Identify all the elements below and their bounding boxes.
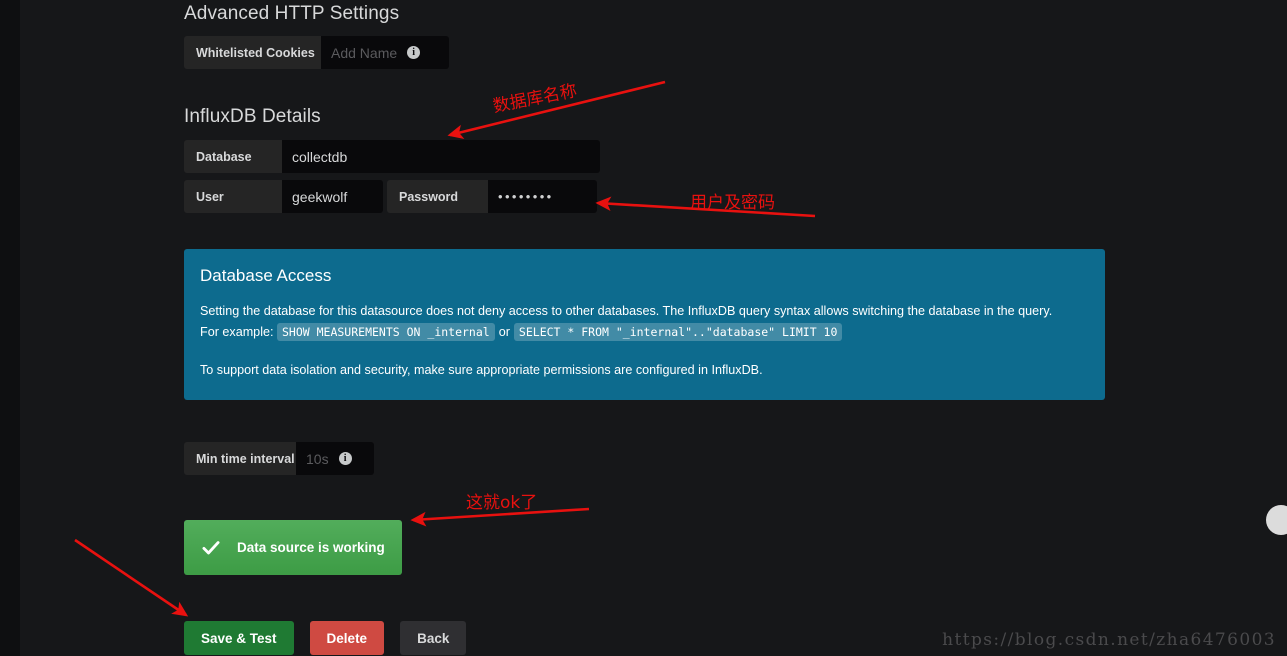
- example-or: or: [498, 325, 510, 339]
- user-input[interactable]: geekwolf: [282, 180, 383, 213]
- database-access-body: Setting the database for this datasource…: [200, 301, 1089, 381]
- min-time-interval-label: Min time interval: [184, 442, 296, 475]
- datasource-settings-page: Advanced HTTP Settings Whitelisted Cooki…: [0, 0, 1287, 656]
- edge-circle-widget[interactable]: [1266, 505, 1287, 535]
- whitelisted-cookies-placeholder: Add Name: [331, 44, 398, 61]
- check-icon: [202, 540, 220, 554]
- collapsed-sidebar[interactable]: [0, 0, 20, 656]
- database-access-example-line: For example: SHOW MEASUREMENTS ON _inter…: [200, 322, 1089, 343]
- password-input[interactable]: ••••••••: [488, 180, 597, 213]
- database-row: Database collectdb: [184, 140, 1184, 173]
- whitelisted-cookies-label: Whitelisted Cookies: [184, 36, 321, 69]
- example-prefix: For example:: [200, 325, 274, 339]
- status-alert-text: Data source is working: [237, 540, 385, 555]
- database-access-paragraph-1: Setting the database for this datasource…: [200, 304, 1053, 318]
- database-value: collectdb: [292, 148, 348, 165]
- min-time-interval-group: Min time interval 10s i: [184, 442, 374, 475]
- example-code-2: SELECT * FROM "_internal".."database" LI…: [513, 323, 843, 341]
- min-time-interval-input[interactable]: 10s i: [296, 442, 374, 475]
- whitelisted-cookies-row: Whitelisted Cookies Add Name i: [184, 36, 1184, 69]
- min-time-interval-row: Min time interval 10s i: [184, 442, 1184, 475]
- info-icon[interactable]: i: [338, 452, 352, 465]
- user-password-row: User geekwolf Password ••••••••: [184, 180, 1184, 213]
- database-input[interactable]: collectdb: [282, 140, 600, 173]
- min-time-interval-placeholder: 10s: [306, 450, 329, 467]
- password-value: ••••••••: [498, 189, 554, 204]
- watermark: https://blog.csdn.net/zha6476003: [942, 630, 1276, 650]
- password-label: Password: [387, 180, 488, 213]
- database-access-info-box: Database Access Setting the database for…: [184, 249, 1105, 400]
- advanced-http-settings-heading: Advanced HTTP Settings: [184, 3, 400, 24]
- database-access-title: Database Access: [200, 266, 332, 285]
- delete-button[interactable]: Delete: [309, 621, 385, 655]
- influxdb-details-heading: InfluxDB Details: [184, 106, 321, 127]
- example-code-1: SHOW MEASUREMENTS ON _internal: [277, 323, 495, 341]
- whitelisted-cookies-group: Whitelisted Cookies Add Name i: [184, 36, 449, 69]
- annotation-label-this-is-ok: 这就ok了: [466, 493, 538, 513]
- annotation-label-user-password: 用户及密码: [690, 193, 775, 213]
- whitelisted-cookies-input[interactable]: Add Name i: [321, 36, 449, 69]
- status-alert: Data source is working: [184, 520, 402, 575]
- annotation-arrow-save-button: [74, 538, 189, 617]
- user-group: User geekwolf: [184, 180, 383, 213]
- database-access-paragraph-2: To support data isolation and security, …: [200, 363, 763, 377]
- save-and-test-button[interactable]: Save & Test: [184, 621, 294, 655]
- user-label: User: [184, 180, 282, 213]
- info-icon[interactable]: i: [407, 46, 421, 59]
- password-group: Password ••••••••: [387, 180, 597, 213]
- user-value: geekwolf: [292, 188, 348, 205]
- back-button[interactable]: Back: [400, 621, 467, 655]
- database-label: Database: [184, 140, 282, 173]
- settings-content: Advanced HTTP Settings Whitelisted Cooki…: [184, 0, 1184, 655]
- database-group: Database collectdb: [184, 140, 600, 173]
